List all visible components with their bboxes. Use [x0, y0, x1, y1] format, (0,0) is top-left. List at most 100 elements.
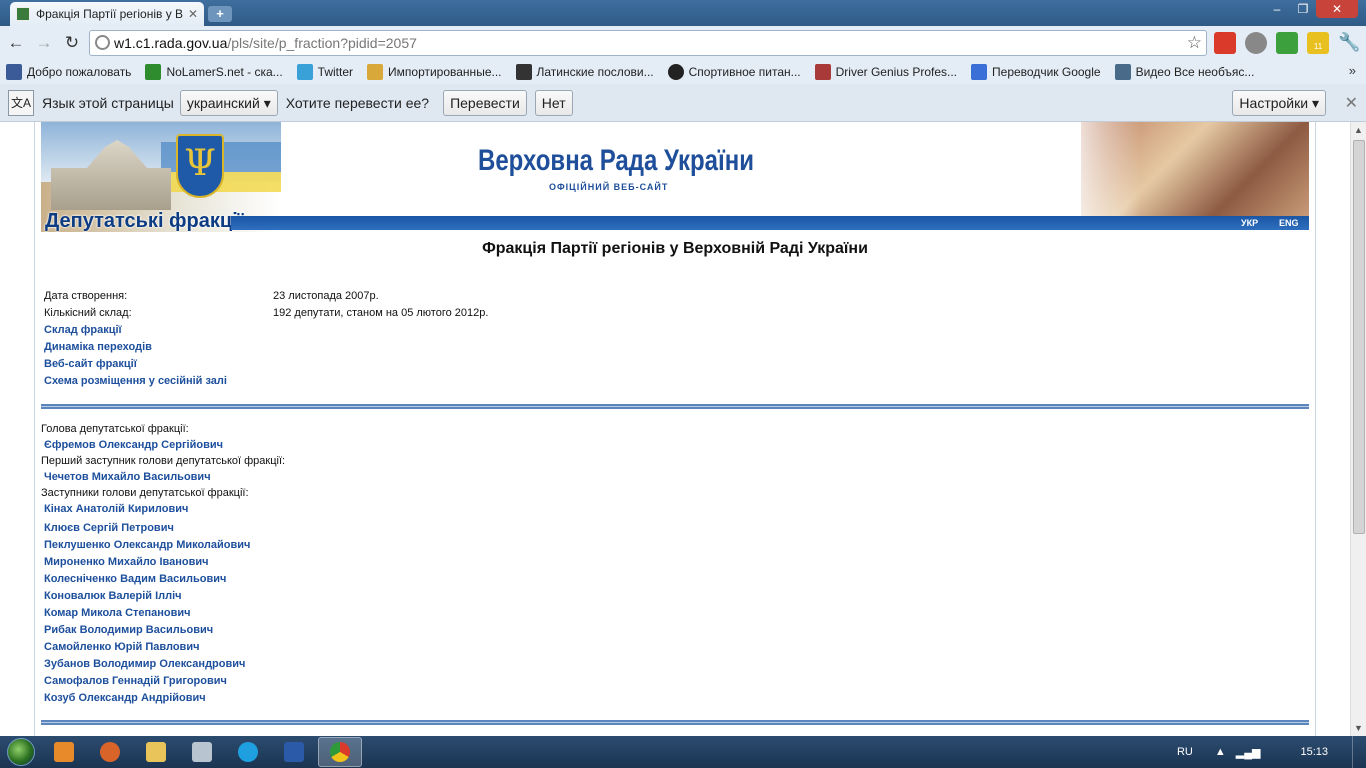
close-window-icon[interactable]: ✕ [1316, 0, 1358, 18]
deputy-link[interactable]: Пеклушенко Олександр Миколайович [44, 539, 250, 551]
transition-dynamics-link[interactable]: Динаміка переходів [44, 341, 152, 353]
scroll-down-icon[interactable]: ▼ [1354, 723, 1363, 733]
seating-scheme-link[interactable]: Схема розміщення у сесійній залі [44, 375, 227, 387]
bookmark-item[interactable]: Импортированные... [367, 64, 502, 80]
taskbar-explorer[interactable] [134, 737, 178, 767]
bookmark-item[interactable]: Driver Genius Profes... [814, 64, 958, 80]
taskbar-chrome[interactable] [318, 737, 362, 767]
url-path: /pls/site/p_fraction?pidid=2057 [227, 35, 417, 51]
quote-icon [515, 64, 532, 80]
faction-website-link[interactable]: Веб-сайт фракції [44, 358, 137, 370]
bookmark-label: Twitter [317, 65, 354, 79]
lang-ukr-link[interactable]: УКР [1241, 218, 1258, 228]
address-bar[interactable]: w1.c1.rada.gov.ua/pls/site/p_fraction?pi… [89, 30, 1207, 56]
taskbar-skype[interactable] [226, 737, 270, 767]
translate-settings-button[interactable]: Настройки ▾ [1232, 90, 1326, 116]
back-arrow-icon[interactable]: ← [5, 32, 27, 54]
deputy-link[interactable]: Кінах Анатолій Кирилович [44, 503, 188, 515]
bookmark-label: Переводчик Google [992, 65, 1101, 79]
deputy-link[interactable]: Рибак Володимир Васильович [44, 624, 213, 636]
maximize-icon[interactable]: ❐ [1290, 0, 1316, 18]
deputy-link[interactable]: Козуб Олександр Андрійович [44, 692, 206, 704]
media-player-icon [54, 742, 74, 762]
url-host: w1.c1.rada.gov.ua [114, 35, 228, 51]
scrollbar-thumb[interactable] [1353, 140, 1365, 534]
bookmark-label: Видео Все необъяс... [1135, 65, 1255, 79]
extension-weather-icon[interactable]: 11 [1307, 32, 1329, 54]
folder-icon [146, 742, 166, 762]
checkmark-icon [145, 64, 162, 80]
taskbar-calculator[interactable] [180, 737, 224, 767]
lang-eng-link[interactable]: ENG [1279, 218, 1299, 228]
language-indicator[interactable]: RU [1177, 746, 1193, 758]
bookmark-item[interactable]: NoLamerS.net - ска... [145, 64, 283, 80]
session-hall-image [1081, 122, 1309, 216]
globe-icon [95, 35, 110, 50]
deputies-label: Заступники голови депутатської фракції: [41, 487, 249, 499]
reload-icon[interactable]: ↻ [61, 32, 83, 54]
deputy-link[interactable]: Самойленко Юрій Павлович [44, 641, 199, 653]
extension-bars-icon[interactable] [1276, 32, 1298, 54]
deputy-link[interactable]: Мироненко Михайло Іванович [44, 556, 209, 568]
divider [41, 404, 1309, 409]
tab-close-icon[interactable]: ✕ [188, 7, 198, 21]
minimize-icon[interactable]: – [1264, 0, 1290, 18]
taskbar-word[interactable] [272, 737, 316, 767]
created-value: 23 листопада 2007р. [273, 290, 379, 302]
bookmark-label: Driver Genius Profes... [835, 65, 958, 79]
count-label: Кількісний склад: [44, 307, 132, 319]
bookmark-label: NoLamerS.net - ска... [166, 65, 283, 79]
deputy-link[interactable]: Колесніченко Вадим Васильович [44, 573, 226, 585]
close-infobar-icon[interactable]: ✕ [1345, 93, 1358, 113]
no-button[interactable]: Нет [534, 89, 573, 116]
faction-members-link[interactable]: Склад фракції [44, 324, 122, 336]
divider [41, 720, 1309, 725]
bookmark-item[interactable]: Латинские послови... [515, 64, 654, 80]
show-desktop-button[interactable] [1352, 736, 1366, 768]
translate-button[interactable]: Перевести [443, 89, 527, 116]
bookmark-star-icon[interactable]: ☆ [1187, 33, 1202, 53]
deputy-link[interactable]: Комар Микола Степанович [44, 607, 191, 619]
forward-arrow-icon[interactable]: → [33, 32, 55, 54]
bookmark-item[interactable]: Переводчик Google [971, 64, 1101, 80]
first-deputy-label: Перший заступник голови депутатської фра… [41, 455, 286, 467]
video-icon [1114, 64, 1131, 80]
rada-favicon-icon [16, 7, 30, 21]
extension-icons: 11 🔧 [1214, 32, 1366, 54]
extension-globe-icon[interactable] [1245, 32, 1267, 54]
taskbar-media-player[interactable] [42, 737, 86, 767]
bookmark-item[interactable]: Добро пожаловать [6, 64, 131, 80]
head-name-link[interactable]: Єфремов Олександр Сергійович [44, 439, 223, 451]
bookmark-item[interactable]: Видео Все необъяс... [1114, 64, 1255, 80]
more-bookmarks-icon[interactable]: » [1349, 63, 1356, 78]
tray-arrow-icon[interactable]: ▲ [1215, 746, 1226, 758]
created-label: Дата створення: [44, 290, 128, 302]
bookmark-item[interactable]: Twitter [296, 64, 354, 80]
taskbar-firefox[interactable] [88, 737, 132, 767]
deputy-link[interactable]: Зубанов Володимир Олександрович [44, 658, 245, 670]
deputy-link[interactable]: Самофалов Геннадій Григорович [44, 675, 227, 687]
clock[interactable]: 15:13 [1300, 746, 1328, 758]
site-banner: Депутатські фракції Верховна Рада Україн… [41, 122, 1309, 232]
page-title: Фракція Партії регіонів у Верховній Раді… [482, 240, 868, 257]
bookmark-label: Добро пожаловать [27, 65, 132, 79]
bookmark-item[interactable]: Спортивное питан... [667, 64, 801, 80]
extension-puzzle-icon[interactable] [1214, 32, 1236, 54]
start-button[interactable] [0, 736, 42, 768]
vertical-scrollbar[interactable]: ▲ ▼ [1350, 122, 1366, 736]
browser-tab[interactable]: Фракція Партії регіонів у В ✕ [10, 2, 204, 26]
first-deputy-name-link[interactable]: Чечетов Михайло Васильович [44, 471, 211, 483]
word-icon [284, 742, 304, 762]
window-controls: – ❐ ✕ [1264, 0, 1358, 18]
deputy-link[interactable]: Коновалюк Валерій Ілліч [44, 590, 182, 602]
wrench-menu-icon[interactable]: 🔧 [1338, 32, 1360, 54]
new-tab-button[interactable]: + [208, 6, 232, 22]
translate-infobar: 文A Язык этой страницы украинский ▾ Хотит… [0, 84, 1366, 122]
section-title: Депутатські фракції [45, 210, 244, 232]
tab-title: Фракція Партії регіонів у В [36, 7, 184, 21]
deputy-link[interactable]: Клюєв Сергій Петрович [44, 522, 174, 534]
scroll-up-icon[interactable]: ▲ [1354, 125, 1363, 135]
language-select[interactable]: украинский ▾ [179, 89, 278, 116]
bookmark-label: Спортивное питан... [688, 65, 801, 79]
network-icon[interactable]: ▂▄▆ [1236, 746, 1261, 759]
